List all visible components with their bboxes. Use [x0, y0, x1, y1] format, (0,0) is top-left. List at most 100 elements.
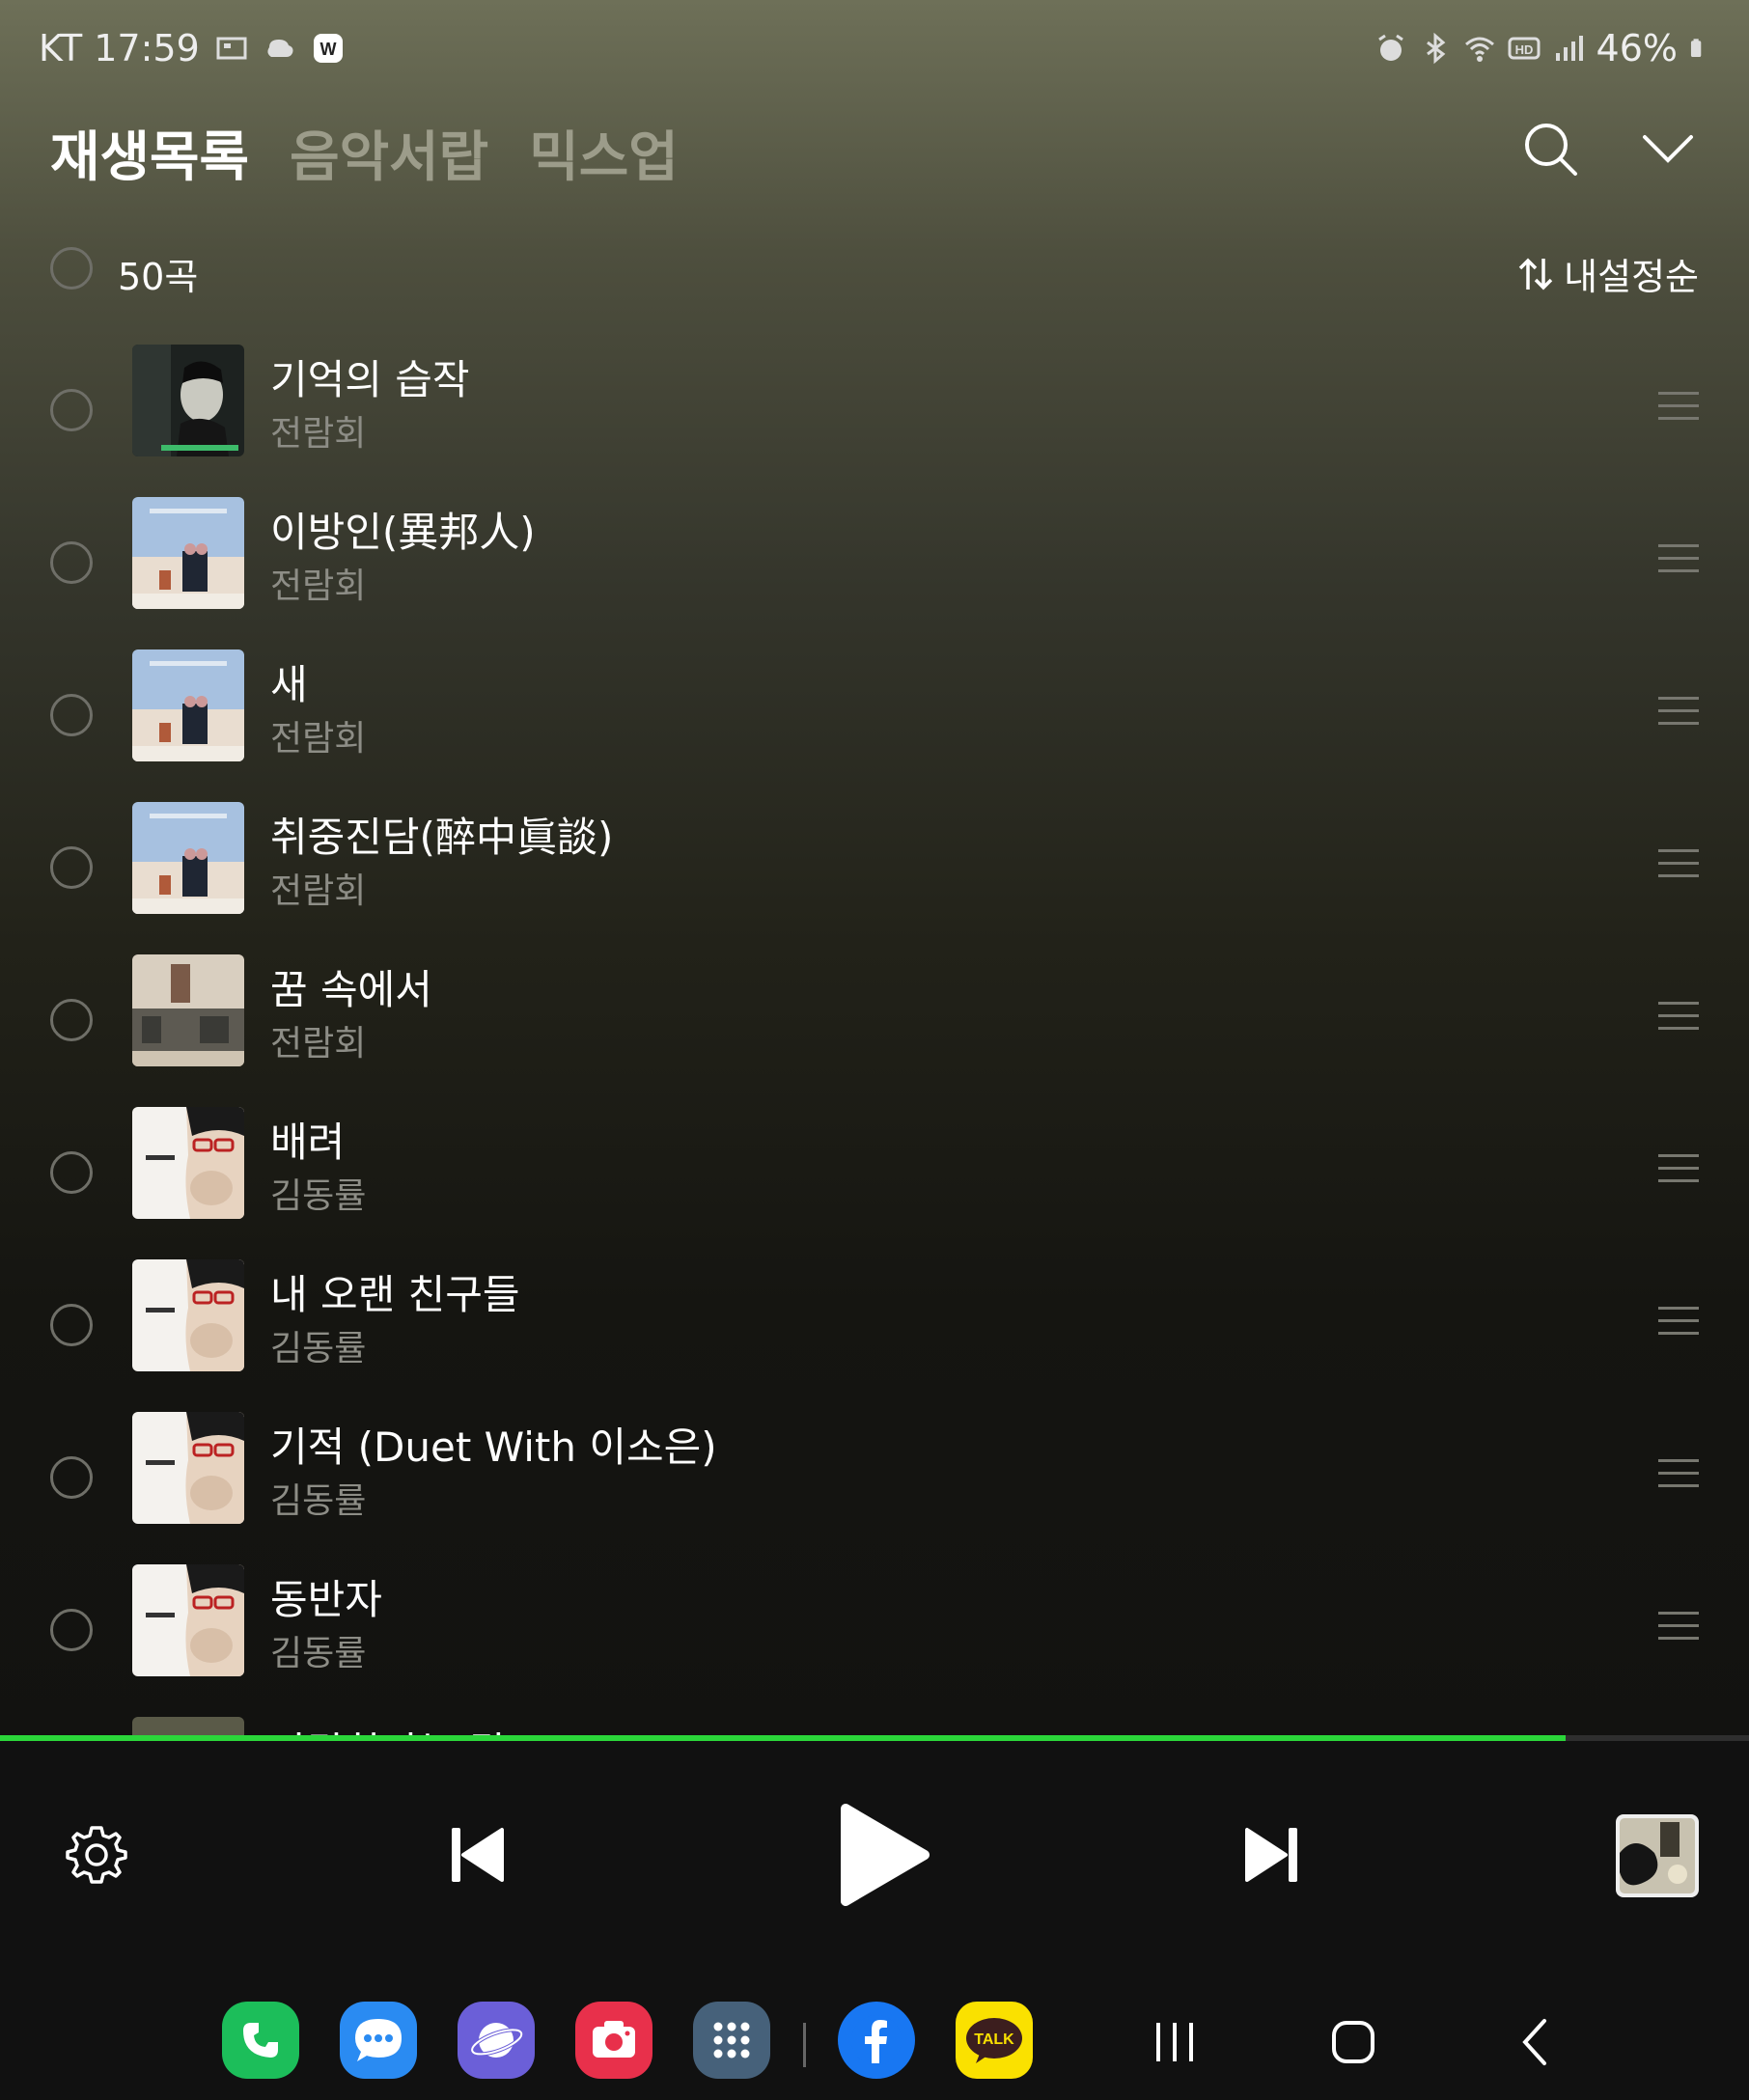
status-bar: KT 17:59 W HD 46%: [39, 27, 1710, 75]
phone-icon[interactable]: [222, 2002, 299, 2079]
track-checkbox[interactable]: [50, 541, 93, 584]
track-artist: 전람회: [270, 566, 367, 606]
search-icon[interactable]: [1519, 118, 1581, 180]
track-artist: 전람회: [270, 719, 367, 759]
album-art: [132, 1564, 244, 1676]
play-icon[interactable]: [836, 1801, 932, 1909]
track-checkbox[interactable]: [50, 389, 93, 431]
track-row[interactable]: 배려 김동률: [0, 1096, 1749, 1249]
track-artist: 전람회: [270, 871, 367, 911]
sort-button[interactable]: 내설정순: [1517, 247, 1699, 300]
track-row[interactable]: 꿈 속에서 전람회: [0, 944, 1749, 1096]
drag-handle[interactable]: [1658, 392, 1699, 425]
track-title: 꿈 속에서: [270, 966, 432, 1013]
track-checkbox[interactable]: [50, 1304, 93, 1346]
track-title: 기적 (Duet With 이소은): [270, 1423, 717, 1471]
wifi-icon: [1464, 37, 1494, 62]
track-row[interactable]: 동반자 김동률: [0, 1554, 1749, 1706]
track-row[interactable]: 사랑한다는 말: [0, 1706, 1749, 1737]
apps-grid-icon[interactable]: [693, 2002, 770, 2079]
select-all-checkbox[interactable]: [50, 247, 93, 290]
track-list: 기억의 습작 전람회 이방인(異邦人) 전람회 새 전람회 취중진담(醉中眞談)…: [0, 334, 1749, 1737]
track-checkbox[interactable]: [50, 1609, 93, 1651]
bluetooth-icon: [1426, 32, 1445, 65]
track-title: 내 오랜 친구들: [270, 1271, 520, 1318]
now-playing-album-art[interactable]: [1616, 1814, 1699, 1897]
drag-handle[interactable]: [1658, 1612, 1699, 1644]
w-app-icon: W: [313, 34, 343, 63]
messages-icon[interactable]: [340, 2002, 417, 2079]
status-left: KT 17:59 W: [39, 27, 345, 69]
home-icon[interactable]: [1330, 2019, 1376, 2065]
battery-icon: [1690, 39, 1702, 58]
track-checkbox[interactable]: [50, 846, 93, 889]
alarm-icon: [1377, 34, 1403, 61]
svg-text:HD: HD: [1514, 42, 1533, 57]
facebook-icon[interactable]: [838, 2002, 915, 2079]
track-row[interactable]: 기적 (Duet With 이소은) 김동률: [0, 1401, 1749, 1554]
tab-mixup[interactable]: 믹스업: [529, 114, 679, 192]
tab-playlist[interactable]: 재생목록: [50, 114, 249, 192]
track-title: 배려: [270, 1119, 346, 1166]
recents-icon[interactable]: [1151, 2017, 1199, 2067]
list-header: 50곡 내설정순: [50, 241, 1699, 303]
hd-icon: HD: [1508, 37, 1541, 60]
album-art: [132, 649, 244, 761]
track-title: 기억의 습작: [270, 356, 470, 403]
track-artist: 전람회: [270, 414, 367, 454]
signal-icon: [1555, 36, 1583, 61]
track-row[interactable]: 새 전람회: [0, 639, 1749, 791]
camera-icon[interactable]: [575, 2002, 652, 2079]
screen-icon: [216, 37, 247, 60]
track-title: 취중진담(醉中眞談): [270, 814, 614, 861]
album-art: [132, 1107, 244, 1219]
dock-bar: TALK: [0, 2002, 1749, 2083]
track-row[interactable]: 내 오랜 친구들 김동률: [0, 1249, 1749, 1401]
drag-handle[interactable]: [1658, 1002, 1699, 1035]
track-artist: 전람회: [270, 1024, 367, 1064]
internet-icon[interactable]: [458, 2002, 535, 2079]
drag-handle[interactable]: [1658, 849, 1699, 882]
drag-handle[interactable]: [1658, 1154, 1699, 1187]
track-checkbox[interactable]: [50, 999, 93, 1041]
dock-divider: [803, 2023, 806, 2067]
drag-handle[interactable]: [1658, 1459, 1699, 1492]
track-checkbox[interactable]: [50, 694, 93, 736]
album-art: [132, 1717, 244, 1737]
track-row[interactable]: 이방인(異邦人) 전람회: [0, 486, 1749, 639]
track-row[interactable]: 취중진담(醉中眞談) 전람회: [0, 791, 1749, 944]
track-row[interactable]: 기억의 습작 전람회: [0, 334, 1749, 486]
track-artist: 김동률: [270, 1329, 367, 1368]
status-right: HD 46%: [1374, 27, 1710, 69]
skip-previous-icon[interactable]: [446, 1824, 508, 1886]
drag-handle[interactable]: [1658, 544, 1699, 577]
album-art: [132, 345, 244, 456]
album-art: [132, 954, 244, 1066]
track-title: 새: [270, 661, 308, 708]
kakaotalk-label: TALK: [974, 2031, 1014, 2048]
album-art: [132, 802, 244, 914]
album-art: [132, 1259, 244, 1371]
kakaotalk-icon[interactable]: TALK: [956, 2002, 1033, 2079]
chevron-down-icon[interactable]: [1637, 118, 1699, 180]
track-checkbox[interactable]: [50, 1456, 93, 1499]
album-art: [132, 497, 244, 609]
drag-handle[interactable]: [1658, 1307, 1699, 1340]
sort-label: 내설정순: [1564, 256, 1699, 298]
back-icon[interactable]: [1515, 2017, 1554, 2067]
track-artist: 김동률: [270, 1481, 367, 1521]
track-checkbox[interactable]: [50, 1151, 93, 1194]
album-art: [132, 1412, 244, 1524]
skip-next-icon[interactable]: [1241, 1824, 1303, 1886]
gear-icon[interactable]: [64, 1822, 129, 1888]
tab-bar: 재생목록 음악서랍 믹스업: [50, 114, 679, 192]
track-artist: 김동률: [270, 1176, 367, 1216]
track-title: 이방인(異邦人): [270, 509, 536, 556]
svg-text:W: W: [319, 40, 336, 59]
battery-percent: 46%: [1596, 27, 1678, 69]
drag-handle[interactable]: [1658, 697, 1699, 730]
tab-music-drawer[interactable]: 음악서랍: [290, 114, 488, 192]
track-count: 50곡: [118, 256, 199, 298]
track-artist: 김동률: [270, 1634, 367, 1673]
track-title: 동반자: [270, 1576, 382, 1623]
